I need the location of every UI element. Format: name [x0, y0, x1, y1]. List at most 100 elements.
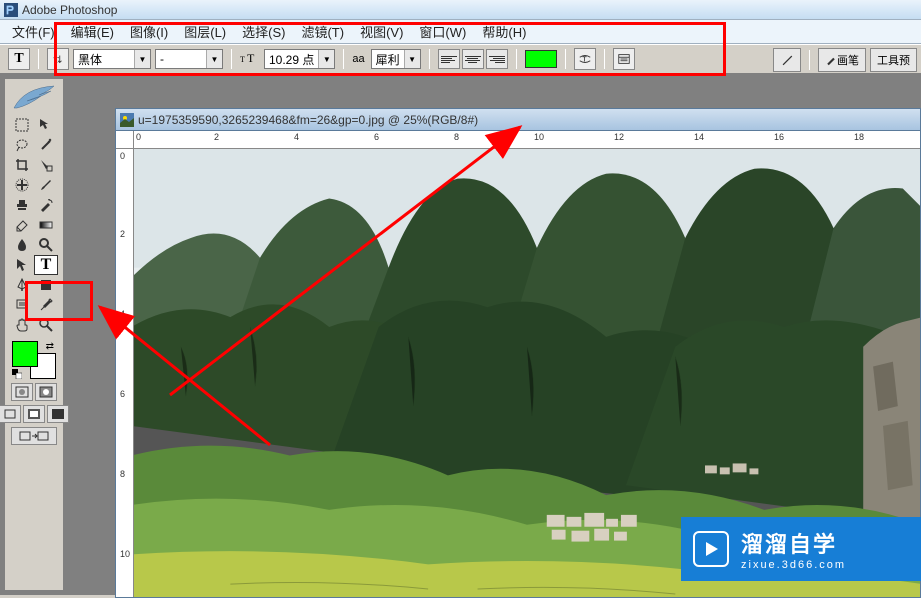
warp-text-button[interactable]: T	[574, 48, 596, 70]
ruler-mark: 4	[294, 132, 299, 142]
dropdown-arrow-icon: ▼	[318, 50, 334, 68]
eraser-tool[interactable]	[10, 215, 34, 235]
ruler-mark: 14	[694, 132, 704, 142]
text-color-swatch[interactable]	[525, 50, 557, 68]
default-colors-icon[interactable]	[12, 369, 22, 379]
menu-image[interactable]: 图像(I)	[122, 20, 176, 43]
horizontal-ruler[interactable]: 0 2 4 6 8 10 12 14 16 18	[134, 131, 920, 149]
divider	[429, 49, 430, 69]
divider	[38, 49, 39, 69]
tool-preset-type[interactable]: T	[8, 48, 30, 70]
brush-label: 画笔	[837, 52, 859, 68]
app-titlebar: Adobe Photoshop	[0, 0, 921, 20]
shape-tool[interactable]	[34, 275, 58, 295]
watermark-url: zixue.3d66.com	[741, 559, 846, 571]
full-screen-menubar-button[interactable]	[23, 405, 45, 423]
app-icon	[4, 3, 18, 17]
history-brush-tool[interactable]	[34, 195, 58, 215]
palettes-button[interactable]	[613, 48, 635, 70]
brush-tool[interactable]	[34, 175, 58, 195]
slice-tool[interactable]	[34, 155, 58, 175]
path-selection-tool[interactable]	[10, 255, 34, 275]
menu-view[interactable]: 视图(V)	[352, 20, 411, 43]
brush-panel-button[interactable]: 画笔	[818, 48, 866, 72]
menu-file[interactable]: 文件(F)	[4, 20, 63, 43]
document-titlebar[interactable]: u=1975359590,3265239468&fm=26&gp=0.jpg @…	[115, 108, 921, 130]
menu-window[interactable]: 窗口(W)	[411, 20, 474, 43]
svg-text:T: T	[247, 51, 255, 65]
align-right-button[interactable]	[486, 49, 508, 69]
tool-preset-panel-button[interactable]: 工具预	[870, 48, 917, 72]
dodge-tool[interactable]	[34, 235, 58, 255]
magic-wand-tool[interactable]	[34, 135, 58, 155]
standard-screen-button[interactable]	[0, 405, 21, 423]
tool-preset-label: 工具预	[877, 52, 910, 68]
lasso-tool[interactable]	[10, 135, 34, 155]
dropdown-arrow-icon: ▼	[134, 50, 150, 68]
menu-select[interactable]: 选择(S)	[234, 20, 293, 43]
divider	[604, 49, 605, 69]
divider	[343, 49, 344, 69]
eyedropper-tool[interactable]	[34, 295, 58, 315]
align-center-button[interactable]	[462, 49, 484, 69]
healing-brush-tool[interactable]	[10, 175, 34, 195]
ruler-mark: 4	[120, 309, 125, 319]
hand-tool[interactable]	[10, 315, 34, 335]
blur-tool[interactable]	[10, 235, 34, 255]
divider	[565, 49, 566, 69]
ruler-mark: 18	[854, 132, 864, 142]
menubar: 文件(F) 编辑(E) 图像(I) 图层(L) 选择(S) 滤镜(T) 视图(V…	[0, 20, 921, 44]
dropdown-arrow-icon: ▼	[404, 50, 420, 68]
menu-edit[interactable]: 编辑(E)	[63, 20, 122, 43]
ruler-mark: 16	[774, 132, 784, 142]
menu-filter[interactable]: 滤镜(T)	[293, 20, 352, 43]
ruler-mark: 0	[136, 132, 141, 142]
marquee-tool[interactable]	[10, 115, 34, 135]
jump-to-imageready-button[interactable]	[11, 427, 57, 445]
crop-tool[interactable]	[10, 155, 34, 175]
aa-label: aa	[352, 53, 364, 65]
menu-layer[interactable]: 图层(L)	[176, 20, 234, 43]
clone-stamp-tool[interactable]	[10, 195, 34, 215]
quick-mask-button[interactable]	[35, 383, 57, 401]
font-style-dropdown[interactable]: - ▼	[155, 49, 223, 69]
ruler-mark: 6	[120, 389, 125, 399]
color-picker: ⇄	[12, 341, 56, 379]
right-tools: 画笔 工具预	[773, 48, 917, 72]
ruler-mark: 12	[614, 132, 624, 142]
font-family-value: 黑体	[74, 51, 134, 68]
notes-tool[interactable]	[10, 295, 34, 315]
align-left-button[interactable]	[438, 49, 460, 69]
vertical-ruler[interactable]: 0 2 4 6 8 10	[116, 149, 134, 598]
type-tool[interactable]: T	[34, 255, 58, 275]
standard-mode-button[interactable]	[11, 383, 33, 401]
menu-help[interactable]: 帮助(H)	[474, 20, 534, 43]
document-icon	[120, 113, 134, 127]
swap-colors-icon[interactable]: ⇄	[46, 341, 54, 352]
font-family-dropdown[interactable]: 黑体 ▼	[73, 49, 151, 69]
text-orientation-button[interactable]: T	[47, 48, 69, 70]
brush-preset-button[interactable]	[773, 48, 801, 72]
divider	[809, 50, 810, 70]
foreground-color[interactable]	[12, 341, 38, 367]
antialias-dropdown[interactable]: 犀利 ▼	[371, 49, 421, 69]
ruler-mark: 2	[120, 229, 125, 239]
pen-tool[interactable]	[10, 275, 34, 295]
app-title: Adobe Photoshop	[22, 3, 117, 17]
svg-text:T: T	[240, 55, 245, 64]
gradient-tool[interactable]	[34, 215, 58, 235]
photoshop-feather-logo	[9, 83, 59, 113]
font-style-value: -	[156, 52, 206, 66]
tool-grid: T	[10, 115, 58, 335]
font-size-dropdown[interactable]: 10.29 点 ▼	[264, 49, 335, 69]
ruler-mark: 2	[214, 132, 219, 142]
svg-text:T: T	[54, 55, 60, 65]
zoom-tool[interactable]	[34, 315, 58, 335]
full-screen-button[interactable]	[47, 405, 69, 423]
ruler-mark: 8	[120, 469, 125, 479]
ruler-mark: 10	[120, 549, 130, 559]
font-size-value: 10.29 点	[265, 51, 318, 68]
watermark: 溜溜自学 zixue.3d66.com	[681, 517, 921, 581]
watermark-title: 溜溜自学	[741, 527, 846, 559]
move-tool[interactable]	[34, 115, 58, 135]
